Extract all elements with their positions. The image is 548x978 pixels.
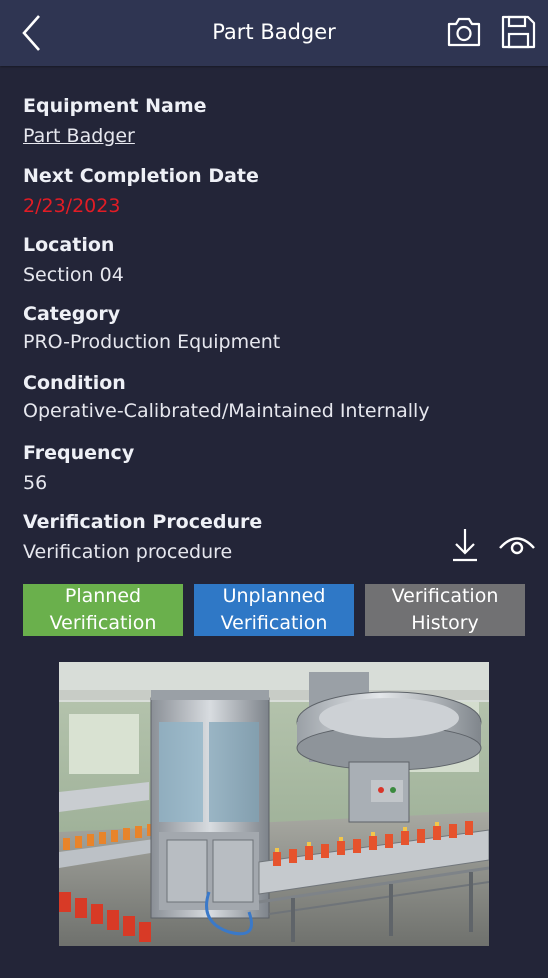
next-completion-date-label: Next Completion Date [23,165,259,187]
verification-procedure-field: Verification Procedure Verification proc… [23,510,423,564]
equipment-name-label: Equipment Name [23,95,207,117]
eye-icon [499,537,535,555]
save-icon [501,15,536,49]
frequency-field: Frequency 56 [23,441,463,495]
unplanned-verification-button[interactable]: Unplanned Verification [194,584,354,636]
location-field: Location Section 04 [23,233,463,287]
equipment-name-link[interactable]: Part Badger [23,124,463,148]
condition-field: Condition Operative-Calibrated/Maintaine… [23,371,503,423]
download-procedure-button[interactable] [448,525,482,565]
category-field: Category PRO-Production Equipment [23,302,463,354]
equipment-photo-illustration [59,662,489,946]
save-button[interactable] [498,12,538,52]
category-value: PRO-Production Equipment [23,331,281,353]
equipment-name-field: Equipment Name Part Badger [23,94,463,148]
location-label: Location [23,234,115,256]
next-completion-date-value: 2/23/2023 [23,195,121,217]
verification-procedure-value: Verification procedure [23,541,233,563]
condition-label: Condition [23,372,126,394]
frequency-value: 56 [23,472,48,494]
verification-procedure-label: Verification Procedure [23,511,263,533]
camera-icon [447,17,481,47]
app-header: Part Badger [0,0,548,66]
verification-history-button[interactable]: Verification History [365,584,525,636]
condition-value: Operative-Calibrated/Maintained Internal… [23,400,430,422]
download-icon [453,529,477,562]
view-procedure-button[interactable] [496,527,538,561]
next-completion-date-field: Next Completion Date 2/23/2023 [23,164,463,218]
location-value: Section 04 [23,264,124,286]
planned-verification-button[interactable]: Planned Verification [23,584,183,636]
camera-button[interactable] [444,14,484,50]
category-label: Category [23,303,121,325]
equipment-photo [59,662,489,946]
frequency-label: Frequency [23,442,135,464]
